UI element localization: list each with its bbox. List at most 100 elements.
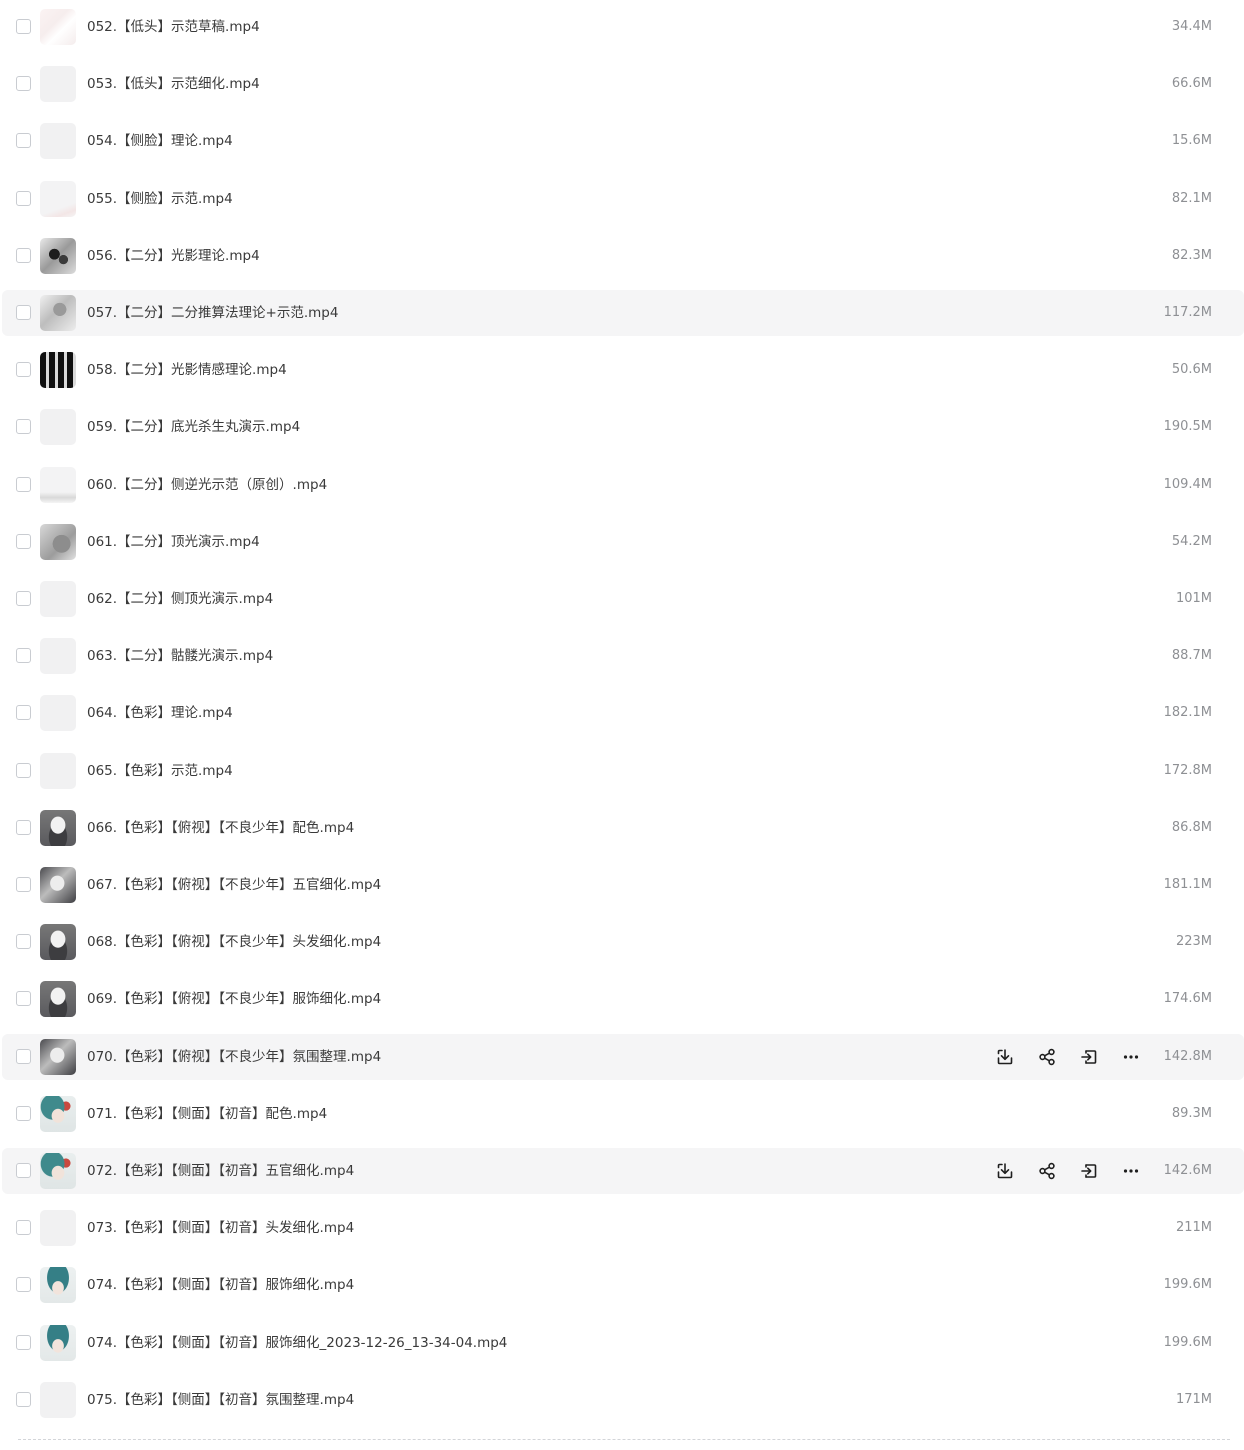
file-name[interactable]: 062.【二分】侧顶光演示.mp4 (87, 576, 273, 622)
file-name[interactable]: 061.【二分】顶光演示.mp4 (87, 519, 260, 565)
file-name[interactable]: 059.【二分】底光杀生丸演示.mp4 (87, 404, 300, 450)
row-checkbox[interactable] (16, 305, 31, 320)
file-name[interactable]: 060.【二分】侧逆光示范（原创）.mp4 (87, 462, 327, 508)
file-name[interactable]: 074.【色彩】【侧面】【初音】服饰细化_2023-12-26_13-34-04… (87, 1320, 507, 1366)
file-name[interactable]: 056.【二分】光影理论.mp4 (87, 233, 260, 279)
file-row[interactable]: 059.【二分】底光杀生丸演示.mp4 190.5M (2, 404, 1244, 450)
file-name[interactable]: 070.【色彩】【俯视】【不良少年】氛围整理.mp4 (87, 1034, 381, 1080)
row-checkbox[interactable] (16, 19, 31, 34)
file-name[interactable]: 064.【色彩】理论.mp4 (87, 690, 233, 736)
row-checkbox[interactable] (16, 419, 31, 435)
file-row[interactable]: 063.【二分】骷髅光演示.mp4 88.7M (2, 633, 1244, 679)
file-row[interactable]: 073.【色彩】【侧面】【初音】头发细化.mp4 211M (2, 1205, 1244, 1251)
file-row[interactable]: 060.【二分】侧逆光示范（原创）.mp4 109.4M (2, 462, 1244, 508)
file-row[interactable]: 066.【色彩】【俯视】【不良少年】配色.mp4 86.8M (2, 805, 1244, 851)
video-thumbnail[interactable] (40, 295, 76, 331)
video-thumbnail[interactable] (40, 1267, 76, 1304)
file-name[interactable]: 075.【色彩】【侧面】【初音】氛围整理.mp4 (87, 1377, 354, 1423)
video-thumbnail[interactable] (40, 1038, 76, 1075)
row-checkbox[interactable] (16, 76, 31, 92)
video-thumbnail[interactable] (40, 1153, 76, 1189)
row-checkbox[interactable] (16, 648, 31, 664)
row-checkbox[interactable] (16, 1163, 31, 1178)
file-name[interactable]: 057.【二分】二分推算法理论+示范.mp4 (87, 290, 338, 336)
row-checkbox[interactable] (16, 991, 31, 1007)
file-row[interactable]: 055.【侧脸】示范.mp4 82.1M (2, 176, 1244, 222)
file-row[interactable]: 071.【色彩】【侧面】【初音】配色.mp4 89.3M (2, 1091, 1244, 1137)
file-name[interactable]: 071.【色彩】【侧面】【初音】配色.mp4 (87, 1091, 327, 1137)
file-name[interactable]: 074.【色彩】【侧面】【初音】服饰细化.mp4 (87, 1262, 354, 1308)
file-name[interactable]: 055.【侧脸】示范.mp4 (87, 176, 233, 222)
video-thumbnail[interactable] (40, 352, 76, 389)
file-row[interactable]: 074.【色彩】【侧面】【初音】服饰细化.mp4 199.6M (2, 1262, 1244, 1308)
share-icon[interactable] (1037, 1161, 1057, 1181)
video-thumbnail[interactable] (40, 237, 76, 274)
video-thumbnail[interactable] (40, 1210, 76, 1247)
row-checkbox[interactable] (16, 533, 31, 549)
download-icon[interactable] (995, 1161, 1015, 1181)
video-thumbnail[interactable] (40, 180, 76, 217)
video-thumbnail[interactable] (40, 581, 76, 617)
file-row[interactable]: 057.【二分】二分推算法理论+示范.mp4 117.2M (2, 290, 1244, 336)
row-checkbox[interactable] (16, 934, 31, 950)
file-name[interactable]: 065.【色彩】示范.mp4 (87, 748, 233, 794)
row-checkbox[interactable] (16, 1391, 31, 1407)
file-row[interactable]: 070.【色彩】【俯视】【不良少年】氛围整理.mp4 142.8M (2, 1033, 1244, 1080)
row-checkbox[interactable] (16, 247, 31, 263)
file-row[interactable]: 068.【色彩】【俯视】【不良少年】头发细化.mp4 223M (2, 919, 1244, 965)
file-row[interactable]: 065.【色彩】示范.mp4 172.8M (2, 748, 1244, 794)
row-checkbox[interactable] (16, 1220, 31, 1236)
row-checkbox[interactable] (16, 476, 31, 492)
file-name[interactable]: 072.【色彩】【侧面】【初音】五官细化.mp4 (87, 1148, 354, 1194)
video-thumbnail[interactable] (40, 409, 76, 446)
file-name[interactable]: 063.【二分】骷髅光演示.mp4 (87, 633, 273, 679)
row-checkbox[interactable] (16, 190, 31, 206)
file-name[interactable]: 073.【色彩】【侧面】【初音】头发细化.mp4 (87, 1205, 354, 1251)
share-icon[interactable] (1037, 1047, 1057, 1067)
row-checkbox[interactable] (16, 591, 31, 606)
video-thumbnail[interactable] (40, 523, 76, 560)
move-icon[interactable] (1079, 1161, 1099, 1181)
row-checkbox[interactable] (16, 819, 31, 835)
download-icon[interactable] (995, 1047, 1015, 1067)
row-checkbox[interactable] (16, 1334, 31, 1350)
file-name[interactable]: 069.【色彩】【俯视】【不良少年】服饰细化.mp4 (87, 976, 381, 1022)
video-thumbnail[interactable] (40, 1381, 76, 1418)
file-row[interactable]: 074.【色彩】【侧面】【初音】服饰细化_2023-12-26_13-34-04… (2, 1320, 1244, 1366)
video-thumbnail[interactable] (40, 466, 76, 503)
video-thumbnail[interactable] (40, 123, 76, 160)
video-thumbnail[interactable] (40, 867, 76, 903)
video-thumbnail[interactable] (40, 638, 76, 675)
move-icon[interactable] (1079, 1047, 1099, 1067)
file-row[interactable]: 064.【色彩】理论.mp4 182.1M (2, 690, 1244, 736)
file-row[interactable]: 062.【二分】侧顶光演示.mp4 101M (2, 576, 1244, 622)
video-thumbnail[interactable] (40, 809, 76, 846)
file-name[interactable]: 058.【二分】光影情感理论.mp4 (87, 347, 287, 393)
video-thumbnail[interactable] (40, 752, 76, 789)
file-name[interactable]: 052.【低头】示范草稿.mp4 (87, 4, 260, 50)
video-thumbnail[interactable] (40, 695, 76, 732)
file-row[interactable]: 056.【二分】光影理论.mp4 82.3M (2, 233, 1244, 279)
file-row[interactable]: 075.【色彩】【侧面】【初音】氛围整理.mp4 171M (2, 1377, 1244, 1423)
file-row[interactable]: 072.【色彩】【侧面】【初音】五官细化.mp4 142.6M (2, 1148, 1244, 1194)
row-checkbox[interactable] (16, 133, 31, 149)
video-thumbnail[interactable] (40, 981, 76, 1018)
row-checkbox[interactable] (16, 1105, 31, 1121)
file-row[interactable]: 058.【二分】光影情感理论.mp4 50.6M (2, 347, 1244, 393)
row-checkbox[interactable] (16, 762, 31, 778)
video-thumbnail[interactable] (40, 66, 76, 103)
file-row[interactable]: 069.【色彩】【俯视】【不良少年】服饰细化.mp4 174.6M (2, 976, 1244, 1022)
file-row[interactable]: 067.【色彩】【俯视】【不良少年】五官细化.mp4 181.1M (2, 862, 1244, 908)
row-checkbox[interactable] (16, 705, 31, 721)
row-checkbox[interactable] (16, 362, 31, 378)
file-name[interactable]: 066.【色彩】【俯视】【不良少年】配色.mp4 (87, 805, 354, 851)
video-thumbnail[interactable] (40, 1095, 76, 1132)
file-name[interactable]: 068.【色彩】【俯视】【不良少年】头发细化.mp4 (87, 919, 381, 965)
row-checkbox[interactable] (16, 877, 31, 892)
file-row[interactable]: 054.【侧脸】理论.mp4 15.6M (2, 118, 1244, 164)
video-thumbnail[interactable] (40, 9, 76, 45)
file-name[interactable]: 053.【低头】示范细化.mp4 (87, 61, 260, 107)
file-row[interactable]: 053.【低头】示范细化.mp4 66.6M (2, 61, 1244, 107)
row-checkbox[interactable] (16, 1277, 31, 1293)
file-name[interactable]: 054.【侧脸】理论.mp4 (87, 118, 233, 164)
